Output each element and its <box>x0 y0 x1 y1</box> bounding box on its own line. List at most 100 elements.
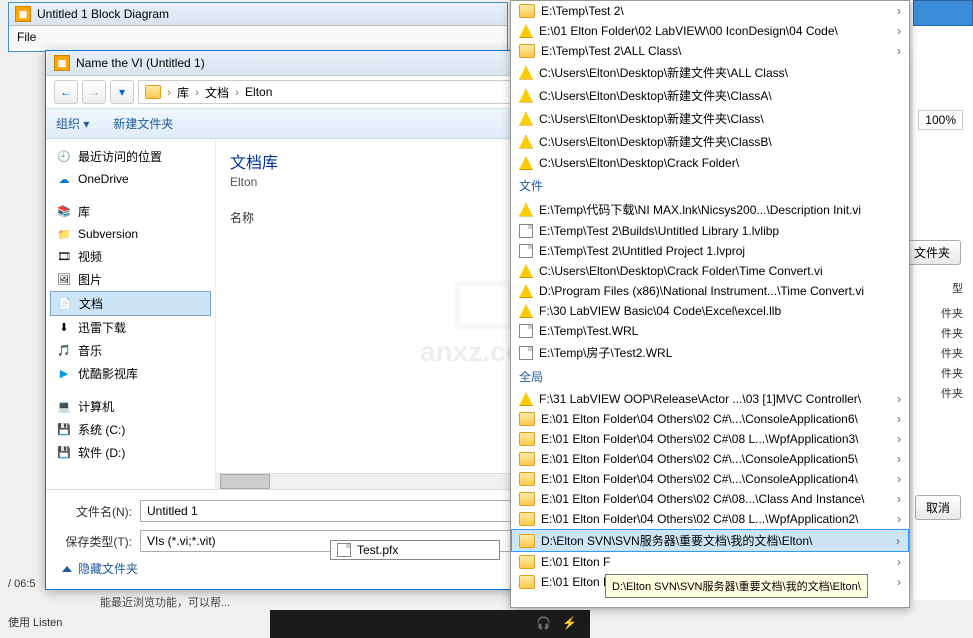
sidebar-recent[interactable]: 🕘最近访问的位置 <box>50 145 211 168</box>
recent-item[interactable]: D:\Elton SVN\SVN服务器\重要文档\我的文档\Elton\› <box>511 529 909 552</box>
recent-item[interactable]: E:\Temp\代码下载\NI MAX.lnk\Nicsys200...\Des… <box>511 198 909 221</box>
bc-lib[interactable]: 库 <box>177 84 189 101</box>
sidebar-onedrive[interactable]: ☁OneDrive <box>50 168 211 190</box>
folder-label-4: 件夹 <box>941 365 963 381</box>
forward-button[interactable]: → <box>82 80 106 104</box>
recent-item-path: E:\Temp\Test 2\Builds\Untitled Library 1… <box>539 224 779 238</box>
picture-icon: 🖼 <box>56 272 72 288</box>
recent-item[interactable]: D:\Program Files (x86)\National Instrume… <box>511 281 909 301</box>
back-button[interactable]: ← <box>54 80 78 104</box>
chevron-right-icon: › <box>897 432 901 446</box>
warning-icon <box>519 304 533 318</box>
labview-icon: ▦ <box>54 55 70 71</box>
time-text: / 06:5 <box>8 578 36 590</box>
chevron-right-icon: › <box>897 492 901 506</box>
recent-item[interactable]: E:\01 Elton Folder\04 Others\02 C#\08...… <box>511 489 909 509</box>
warning-icon <box>519 24 533 38</box>
recent-item[interactable]: E:\01 Elton Folder\04 Others\02 C#\08 L.… <box>511 429 909 449</box>
bolt-icon[interactable]: ⚡ <box>562 616 578 632</box>
chevron-up-icon <box>62 566 72 572</box>
popup-section-header: 文件 <box>511 173 909 198</box>
recent-item[interactable]: E:\01 Elton Folder\04 Others\02 C#\08 L.… <box>511 509 909 529</box>
sidebar-computer[interactable]: 💻计算机 <box>50 395 211 418</box>
recent-item-path: C:\Users\Elton\Desktop\新建文件夹\ClassA\ <box>539 87 772 104</box>
recent-item[interactable]: E:\Temp\房子\Test2.WRL <box>511 341 909 364</box>
recent-item-path: C:\Users\Elton\Desktop\Crack Folder\Time… <box>539 264 823 278</box>
folder-icon <box>145 85 161 99</box>
col-type-label: 型 <box>952 280 963 296</box>
filename-label: 文件名(N): <box>62 503 132 520</box>
chevron-right-icon: › <box>897 4 901 18</box>
new-folder-link[interactable]: 新建文件夹 <box>113 115 173 132</box>
recent-item-path: E:\01 Elton Folder\04 Others\02 C#\08 L.… <box>541 432 859 446</box>
headphone-icon[interactable]: 🎧 <box>536 616 552 632</box>
sidebar-item-thunder[interactable]: ⬇迅雷下载 <box>50 316 211 339</box>
organize-menu[interactable]: 组织 ▾ <box>56 115 89 132</box>
sidebar-libraries[interactable]: 📚库 <box>50 200 211 223</box>
recent-item-path: E:\01 Elton Folder\04 Others\02 C#\...\C… <box>541 412 858 426</box>
recent-item[interactable]: C:\Users\Elton\Desktop\Crack Folder\Time… <box>511 261 909 281</box>
recent-item-path: E:\01 Elton Folder\04 Others\02 C#\08...… <box>541 492 865 506</box>
folder-icon <box>519 555 535 569</box>
sidebar-item-videos[interactable]: 🎞视频 <box>50 245 211 268</box>
chevron-right-icon: › <box>896 534 900 548</box>
bg-menu-file[interactable]: File <box>9 26 507 48</box>
recent-item[interactable]: E:\01 Elton F› <box>511 552 909 572</box>
chevron-right-icon: › <box>897 575 901 589</box>
bg-title-bar: ▦ Untitled 1 Block Diagram <box>9 3 507 26</box>
dropdown-button[interactable]: ▾ <box>110 80 134 104</box>
cancel-button[interactable]: 取消 <box>915 495 961 520</box>
recent-item[interactable]: E:\Temp\Test 2\Builds\Untitled Library 1… <box>511 221 909 241</box>
recent-item-path: E:\Temp\Test.WRL <box>539 324 638 338</box>
file-icon <box>519 244 533 258</box>
recent-item[interactable]: F:\30 LabVIEW Basic\04 Code\Excel\excel.… <box>511 301 909 321</box>
recent-item[interactable]: E:\01 Elton Folder\04 Others\02 C#\...\C… <box>511 449 909 469</box>
recent-item[interactable]: E:\Temp\Test 2\› <box>511 1 909 21</box>
folder-label-5: 件夹 <box>941 385 963 401</box>
savetype-label: 保存类型(T): <box>62 533 132 550</box>
recent-item[interactable]: E:\Temp\Test.WRL <box>511 321 909 341</box>
sidebar-item-youku[interactable]: ▶优酷影视库 <box>50 362 211 385</box>
chevron-right-icon: › <box>897 472 901 486</box>
recent-item[interactable]: E:\Temp\Test 2\Untitled Project 1.lvproj <box>511 241 909 261</box>
chevron-right-icon: › <box>897 44 901 58</box>
bc-elton[interactable]: Elton <box>245 85 272 99</box>
file-icon <box>519 324 533 338</box>
recent-item[interactable]: C:\Users\Elton\Desktop\Crack Folder\ <box>511 153 909 173</box>
recent-item[interactable]: C:\Users\Elton\Desktop\新建文件夹\Class\ <box>511 107 909 130</box>
sidebar-item-documents[interactable]: 📄文档 <box>50 291 211 316</box>
recent-items-popup: E:\Temp\Test 2\›E:\01 Elton Folder\02 La… <box>510 0 910 608</box>
chevron-right-icon: › <box>897 412 901 426</box>
sidebar-item-subversion[interactable]: 📁Subversion <box>50 223 211 245</box>
recent-item[interactable]: E:\01 Elton Folder\04 Others\02 C#\...\C… <box>511 469 909 489</box>
new-folder-button[interactable]: 文件夹 <box>903 240 961 265</box>
scroll-thumb[interactable] <box>220 474 270 489</box>
testpfx-item[interactable]: Test.pfx <box>330 540 500 560</box>
recent-item[interactable]: F:\31 LabVIEW OOP\Release\Actor ...\03 [… <box>511 389 909 409</box>
warning-icon <box>519 66 533 80</box>
bc-docs[interactable]: 文档 <box>205 84 229 101</box>
sidebar-drive-d[interactable]: 💾软件 (D:) <box>50 441 211 464</box>
recent-item[interactable]: E:\01 Elton Folder\02 LabVIEW\00 IconDes… <box>511 21 909 41</box>
zoom-level[interactable]: 100% <box>918 110 963 130</box>
taskbar: 🎧 ⚡ <box>270 610 590 638</box>
folder-icon <box>519 4 535 18</box>
recent-item[interactable]: C:\Users\Elton\Desktop\新建文件夹\ALL Class\ <box>511 61 909 84</box>
document-icon: 📄 <box>57 296 73 312</box>
folder-icon <box>519 575 535 589</box>
sidebar-item-music[interactable]: 🎵音乐 <box>50 339 211 362</box>
recent-item[interactable]: E:\Temp\Test 2\ALL Class\› <box>511 41 909 61</box>
sidebar-item-pictures[interactable]: 🖼图片 <box>50 268 211 291</box>
popup-section-header: 全局 <box>511 364 909 389</box>
folder-icon <box>519 412 535 426</box>
sidebar: 🕘最近访问的位置 ☁OneDrive 📚库 📁Subversion 🎞视频 🖼图… <box>46 139 216 489</box>
recent-item[interactable]: C:\Users\Elton\Desktop\新建文件夹\ClassB\ <box>511 130 909 153</box>
recent-item[interactable]: E:\01 Elton Folder\04 Others\02 C#\...\C… <box>511 409 909 429</box>
warning-icon <box>519 264 533 278</box>
recent-item-path: E:\Temp\Test 2\Untitled Project 1.lvproj <box>539 244 745 258</box>
recent-icon: 🕘 <box>56 149 72 165</box>
computer-icon: 💻 <box>56 399 72 415</box>
recent-item[interactable]: C:\Users\Elton\Desktop\新建文件夹\ClassA\ <box>511 84 909 107</box>
folder-icon: 📁 <box>56 226 72 242</box>
sidebar-drive-c[interactable]: 💾系统 (C:) <box>50 418 211 441</box>
